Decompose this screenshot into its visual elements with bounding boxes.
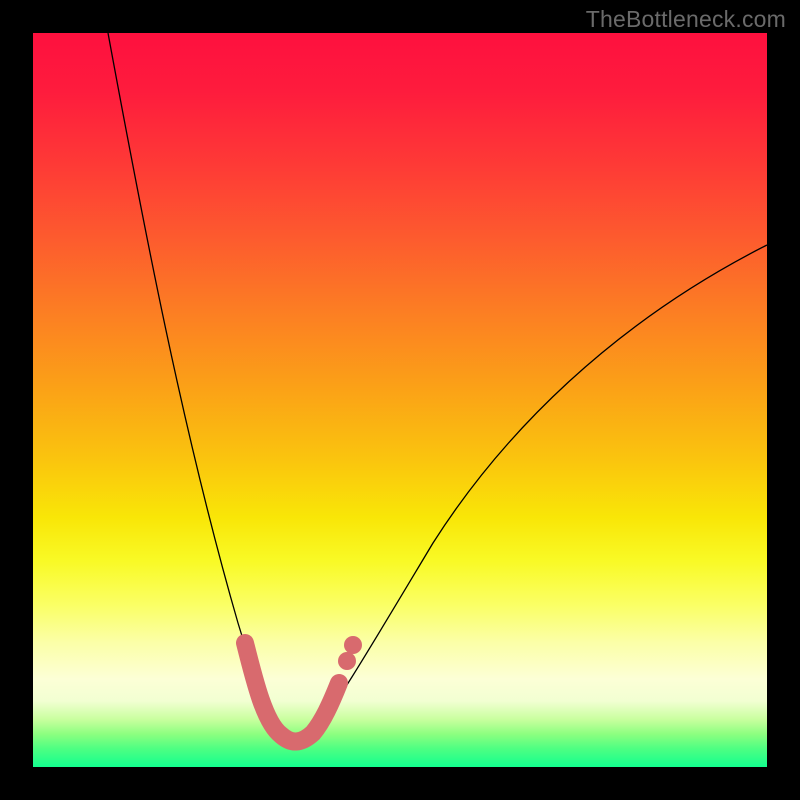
bottleneck-curve — [108, 33, 767, 742]
curve-layer — [33, 33, 767, 767]
marker-dot-upper-2 — [344, 636, 362, 654]
chart-frame: TheBottleneck.com — [0, 0, 800, 800]
highlight-segment — [245, 643, 339, 742]
watermark-text: TheBottleneck.com — [586, 6, 786, 33]
marker-dot-upper — [338, 652, 356, 670]
plot-area — [33, 33, 767, 767]
